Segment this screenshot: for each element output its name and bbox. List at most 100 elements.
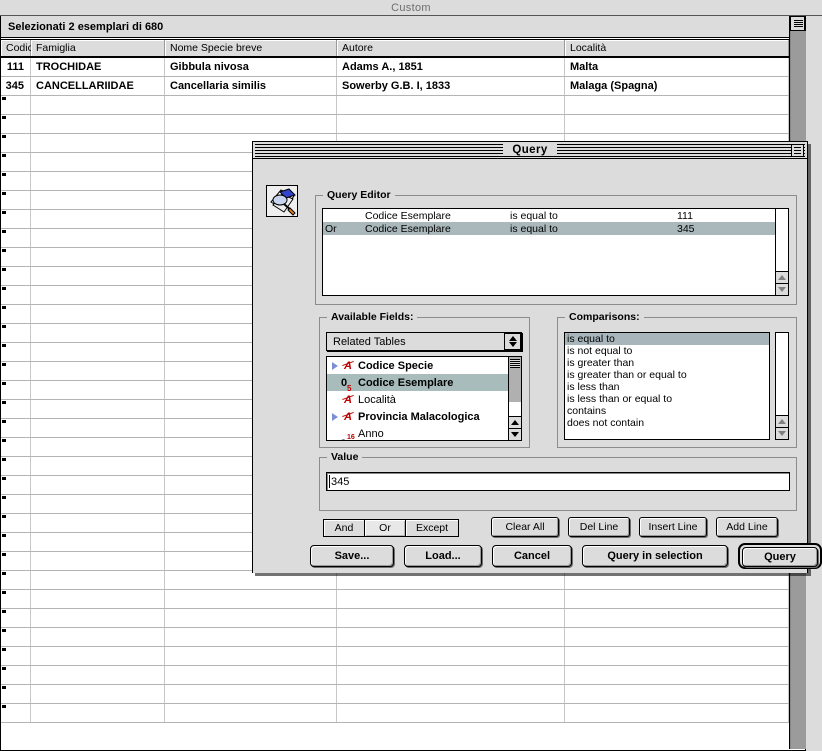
table-cell[interactable] [31,685,165,703]
table-column-header[interactable]: Famiglia [31,40,165,56]
table-cell[interactable] [165,685,337,703]
comparison-item[interactable]: is less than [565,381,769,393]
table-cell[interactable]: 345 [1,77,31,95]
available-field-item[interactable]: Codice Specie [327,357,521,374]
comparison-item[interactable]: is greater than or equal to [565,369,769,381]
table-cell[interactable] [165,115,337,133]
query-in-selection-button[interactable]: Query in selection [582,545,728,567]
table-cell[interactable] [31,514,165,532]
action-button-group[interactable]: Save... Load... Cancel Query in selection Qu… [310,543,822,569]
table-cell[interactable] [31,324,165,342]
table-row[interactable] [1,96,805,115]
table-cell[interactable] [337,115,565,133]
table-cell[interactable] [565,115,789,133]
table-cell[interactable] [31,628,165,646]
disclosure-triangle-icon[interactable] [329,361,340,370]
scrollbar-size-box-icon[interactable] [790,16,805,31]
table-cell[interactable]: Adams A., 1851 [337,58,565,76]
table-cell[interactable] [31,704,165,722]
table-cell[interactable] [165,590,337,608]
table-row[interactable] [1,590,805,609]
table-cell[interactable] [31,210,165,228]
table-cell[interactable]: TROCHIDAE [31,58,165,76]
table-cell[interactable] [337,571,565,589]
comparison-item[interactable]: is greater than [565,357,769,369]
close-box-icon[interactable] [791,144,804,157]
table-row[interactable] [1,704,805,723]
table-cell[interactable] [31,305,165,323]
table-cell[interactable] [31,552,165,570]
table-cell[interactable] [565,590,789,608]
available-field-item[interactable]: Codice Esemplare [327,374,521,393]
table-cell[interactable] [31,115,165,133]
save-button[interactable]: Save... [310,545,394,567]
table-cell[interactable] [31,248,165,266]
table-cell[interactable] [31,495,165,513]
table-cell[interactable] [31,381,165,399]
comparison-item[interactable]: contains [565,405,769,417]
table-cell[interactable] [31,96,165,114]
table-cell[interactable]: CANCELLARIIDAE [31,77,165,95]
table-cell[interactable] [565,647,789,665]
table-cell[interactable]: 111 [1,58,31,76]
table-cell[interactable] [165,571,337,589]
table-cell[interactable] [31,134,165,152]
table-cell[interactable]: Gibbula nivosa [165,58,337,76]
query-editor-scrollbar[interactable] [775,208,789,296]
table-cell[interactable] [565,628,789,646]
table-cell[interactable] [31,457,165,475]
table-cell[interactable] [165,96,337,114]
table-cell[interactable] [337,647,565,665]
query-editor-line[interactable]: Codice Esemplare is equal to 111 [323,209,779,222]
table-column-header[interactable]: Autore [337,40,565,56]
scroll-up-arrow-icon[interactable] [509,416,521,428]
scroll-down-arrow-icon[interactable] [509,428,521,440]
table-cell[interactable] [31,476,165,494]
scroll-down-arrow-icon[interactable] [776,283,788,295]
insert-line-button[interactable]: Insert Line [639,517,707,537]
operator-button-except[interactable]: Except [405,519,459,537]
table-cell[interactable] [31,419,165,437]
query-editor-line[interactable]: Or Codice Esemplare is equal to 345 [323,222,779,235]
table-cell[interactable] [31,571,165,589]
query-dialog[interactable]: Query Query Editor Codice Esemplare is eq… [252,141,822,573]
available-field-item[interactable]: Località [327,391,521,408]
table-cell[interactable] [165,609,337,627]
table-column-header[interactable]: Codice [1,40,39,56]
table-cell[interactable] [337,704,565,722]
table-cell[interactable] [31,647,165,665]
scroll-up-arrow-icon[interactable] [776,415,788,427]
query-dialog-title-bar[interactable]: Query [253,142,807,159]
query-editor-list[interactable]: Codice Esemplare is equal to 111 Or Codice E… [322,208,780,296]
table-cell[interactable] [565,704,789,722]
table-cell[interactable] [337,685,565,703]
scroll-down-arrow-icon[interactable] [776,427,788,439]
load-button[interactable]: Load... [404,545,482,567]
table-cell[interactable] [31,590,165,608]
comparisons-list[interactable]: is equal to is not equal to is greater tha… [564,332,770,440]
table-cell[interactable] [165,666,337,684]
add-line-button[interactable]: Add Line [716,517,778,537]
table-cell[interactable] [31,191,165,209]
query-button[interactable]: Query [742,547,818,567]
table-cell[interactable] [337,590,565,608]
comparison-item[interactable]: is equal to [565,333,769,345]
table-row[interactable] [1,628,805,647]
table-row[interactable] [1,571,805,590]
available-field-item[interactable]: Provincia Malacologica [327,408,521,425]
table-cell[interactable] [565,609,789,627]
table-cell[interactable]: Malta [565,58,789,76]
operator-button-and[interactable]: And [323,519,365,537]
table-cell[interactable]: Malaga (Spagna) [565,77,789,95]
cancel-button[interactable]: Cancel [492,545,572,567]
comparison-item[interactable]: is not equal to [565,345,769,357]
table-cell[interactable] [31,362,165,380]
comparisons-scrollbar[interactable] [775,332,789,440]
comparison-item[interactable]: does not contain [565,417,769,429]
table-cell[interactable] [337,96,565,114]
table-cell[interactable] [31,267,165,285]
table-cell[interactable] [565,96,789,114]
available-fields-scrollbar[interactable] [508,356,522,441]
table-cell[interactable] [31,343,165,361]
del-line-button[interactable]: Del Line [568,517,630,537]
